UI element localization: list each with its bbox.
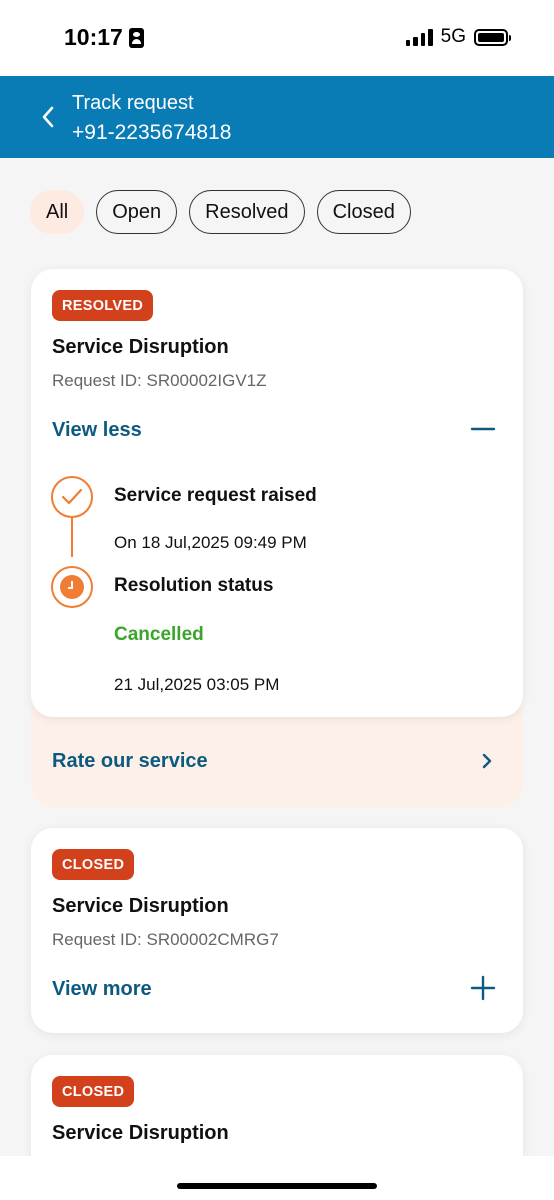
- filter-all[interactable]: All: [30, 190, 85, 234]
- bottom-safe-area: [0, 1156, 554, 1200]
- cellular-signal-icon: [405, 28, 433, 46]
- filter-closed[interactable]: Closed: [316, 190, 411, 234]
- timeline-resolution-heading: Resolution status: [114, 575, 274, 596]
- resolution-status-value: Cancelled: [114, 624, 204, 645]
- timeline-raised-heading: Service request raised: [114, 485, 317, 506]
- plus-icon[interactable]: [470, 975, 496, 1001]
- home-indicator[interactable]: [177, 1183, 377, 1189]
- minus-icon[interactable]: [470, 416, 496, 442]
- filter-chips: All Open Resolved Closed: [30, 190, 411, 234]
- timeline-connector: [71, 517, 73, 557]
- request-title: Service Disruption: [52, 1122, 229, 1144]
- network-type: 5G: [440, 26, 466, 47]
- timeline-step-raised: [51, 476, 93, 518]
- filter-resolved[interactable]: Resolved: [189, 190, 305, 234]
- timeline-resolution-date: 21 Jul,2025 03:05 PM: [114, 675, 280, 694]
- request-id: Request ID: SR00002CMRG7: [52, 930, 279, 949]
- status-time: 10:17: [64, 24, 144, 51]
- chevron-left-icon: [42, 106, 54, 128]
- request-card-2: CLOSED Service Disruption Request ID: SR…: [31, 828, 523, 1033]
- status-bar: 10:17 5G: [0, 0, 554, 76]
- account-number: +91-2235674818: [72, 121, 232, 144]
- page-title: Track request: [72, 92, 194, 114]
- filter-open[interactable]: Open: [96, 190, 178, 234]
- back-button[interactable]: [30, 98, 66, 136]
- view-more-link[interactable]: View more: [52, 978, 152, 1001]
- timeline-raised-date: On 18 Jul,2025 09:49 PM: [114, 533, 307, 552]
- clock-icon: [60, 575, 84, 599]
- rate-service-label: Rate our service: [52, 750, 208, 772]
- battery-icon: [474, 28, 511, 46]
- contact-card-icon: [128, 27, 144, 48]
- status-indicators: 5G: [405, 26, 511, 48]
- request-card-1: RESOLVED Service Disruption Request ID: …: [31, 269, 523, 717]
- status-badge: RESOLVED: [52, 290, 154, 321]
- status-badge: CLOSED: [52, 849, 135, 880]
- request-title: Service Disruption: [52, 336, 229, 358]
- chevron-right-icon: [477, 750, 497, 772]
- request-id: Request ID: SR00002IGV1Z: [52, 371, 267, 390]
- status-time-text: 10:17: [64, 24, 123, 50]
- check-icon: [61, 488, 83, 505]
- status-badge: CLOSED: [52, 1076, 135, 1107]
- request-title: Service Disruption: [52, 895, 229, 917]
- app-header: Track request +91-2235674818: [0, 76, 554, 158]
- timeline-step-resolution: [51, 566, 93, 608]
- view-less-link[interactable]: View less: [52, 419, 142, 442]
